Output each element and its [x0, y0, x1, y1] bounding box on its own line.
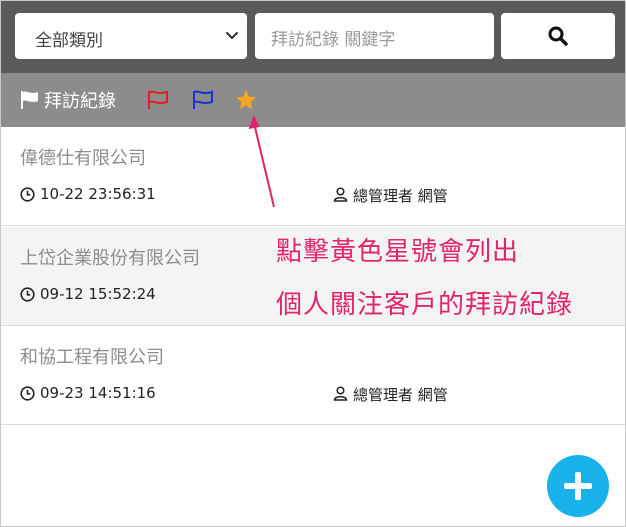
add-record-button[interactable]	[547, 455, 609, 517]
plus-icon	[564, 472, 592, 500]
annotation-line-1: 點擊黃色星號會列出	[276, 237, 520, 267]
annotation-line-2: 個人關注客戶的拜訪紀錄	[276, 290, 574, 320]
app-frame: 全部類別 拜訪紀錄 關鍵字 拜訪紀錄 偉德仕有限公司 10-22 23:56:3…	[0, 0, 626, 527]
